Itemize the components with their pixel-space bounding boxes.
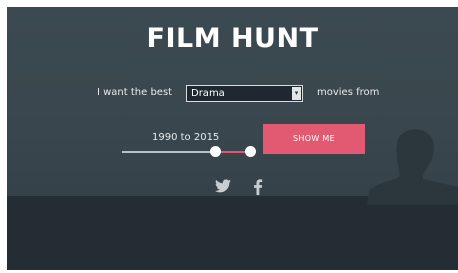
genre-select-value: Drama [191, 88, 225, 99]
show-me-button[interactable]: SHOW ME [263, 124, 365, 154]
theater-floor [7, 196, 458, 270]
slider-handle-start[interactable] [210, 146, 222, 157]
year-range-label: 1990 to 2015 [152, 132, 220, 143]
app-screen: FILM HUNT I want the best Drama ▾ movies… [7, 7, 458, 270]
filter-suffix-label: movies from [317, 87, 380, 98]
chevron-down-icon[interactable]: ▾ [292, 87, 301, 100]
twitter-icon[interactable] [215, 179, 231, 193]
year-range-slider[interactable] [122, 145, 256, 159]
facebook-icon[interactable] [253, 179, 263, 195]
app-title: FILM HUNT [146, 23, 319, 54]
slider-handle-end[interactable] [245, 146, 256, 157]
filter-prefix-label: I want the best [97, 87, 173, 98]
genre-select[interactable]: Drama ▾ [186, 85, 303, 102]
viewer-silhouette [367, 129, 458, 205]
